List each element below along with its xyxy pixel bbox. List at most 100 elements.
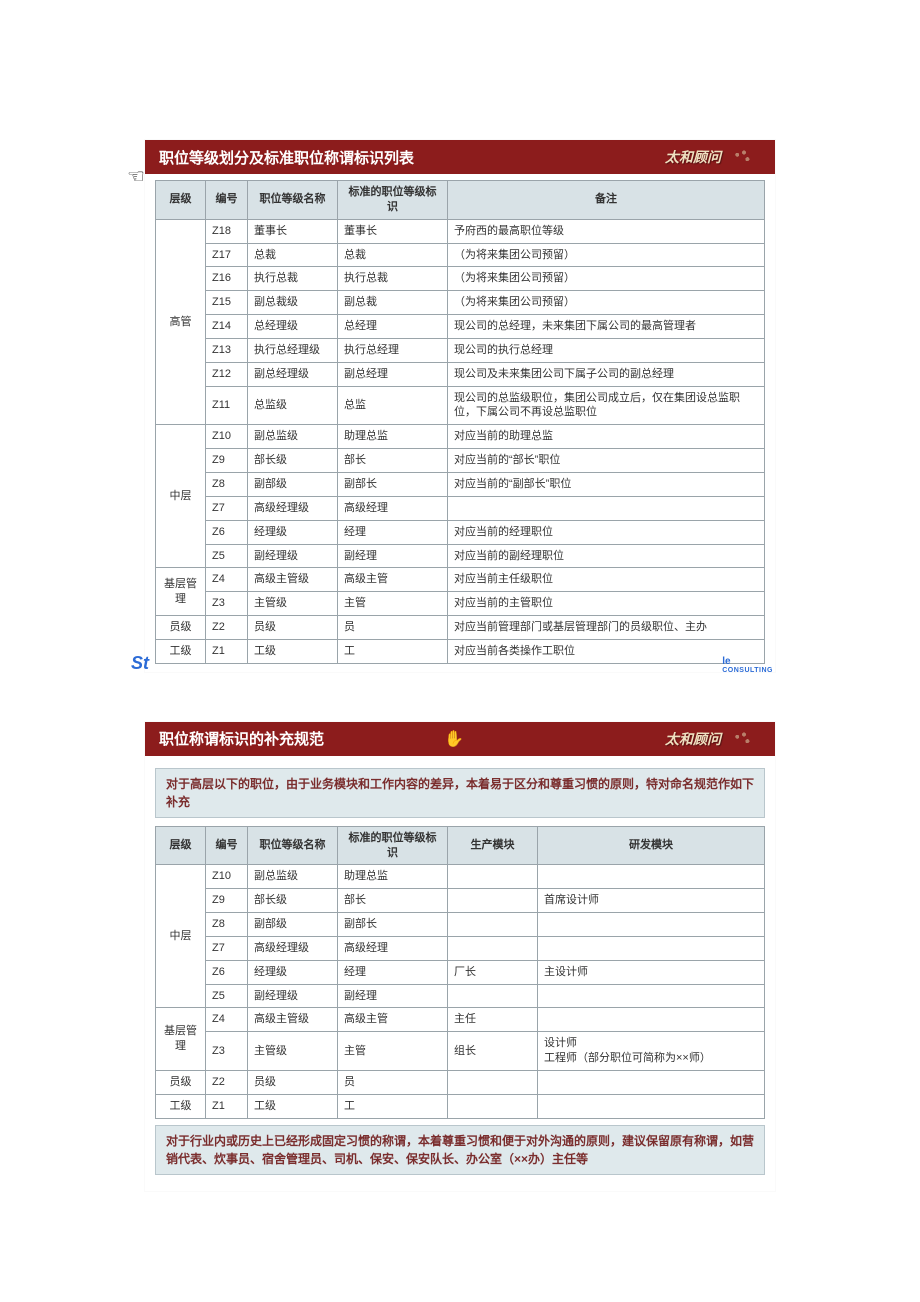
table-cell: 副总监级 [248, 865, 338, 889]
table-cell: Z7 [206, 496, 248, 520]
table-cell: 部长级 [248, 889, 338, 913]
table-cell: 副总监级 [248, 425, 338, 449]
table-row: Z12副总经理级副总经理现公司及未来集团公司下属子公司的副总经理 [156, 362, 765, 386]
table-cell: 高级主管级 [248, 568, 338, 592]
table-cell: Z8 [206, 913, 248, 937]
table-cell: 主管 [338, 592, 448, 616]
table-cell: 高级主管 [338, 568, 448, 592]
table-cell: 组长 [448, 1032, 538, 1071]
footer-left-mark: St [131, 653, 149, 674]
table-cell: 员 [338, 1071, 448, 1095]
table-row: Z15副总裁级副总裁（为将来集团公司预留） [156, 291, 765, 315]
table-cell: 高级主管 [338, 1008, 448, 1032]
table-row: Z11总监级总监现公司的总监级职位，集团公司成立后，仅在集团设总监职位，下属公司… [156, 386, 765, 425]
table-cell: Z4 [206, 1008, 248, 1032]
table-row: Z9部长级部长首席设计师 [156, 889, 765, 913]
table-cell [538, 865, 765, 889]
table-cell: 高级主管级 [248, 1008, 338, 1032]
table-cell: 予府西的最高职位等级 [448, 219, 765, 243]
table-cell: 副经理级 [248, 984, 338, 1008]
table-cell: 首席设计师 [538, 889, 765, 913]
table-cell: 副部长 [338, 913, 448, 937]
table-cell: 总监级 [248, 386, 338, 425]
table-cell: 副经理 [338, 544, 448, 568]
table-cell [448, 865, 538, 889]
table-cell [448, 1071, 538, 1095]
brand-label: 太和顾问 [665, 728, 761, 750]
slide-2-outro: 对于行业内或历史上已经形成固定习惯的称谓，本着尊重习惯和便于对外沟通的原则，建议… [155, 1125, 765, 1175]
table-cell [448, 984, 538, 1008]
table-cell: 经理 [338, 520, 448, 544]
table-cell: 高级经理 [338, 496, 448, 520]
table-cell: 副部级 [248, 913, 338, 937]
table-header: 研发模块 [538, 826, 765, 865]
table-cell: 高级经理 [338, 936, 448, 960]
table-cell: Z8 [206, 472, 248, 496]
table-header: 层级 [156, 181, 206, 220]
table-header: 层级 [156, 826, 206, 865]
table-cell: Z15 [206, 291, 248, 315]
table-row: 中层Z10副总监级助理总监对应当前的助理总监 [156, 425, 765, 449]
table-cell: 副总裁 [338, 291, 448, 315]
table-cell: 对应当前主任级职位 [448, 568, 765, 592]
slide-2-title-bar: 职位称谓标识的补充规范 ✋ 太和顾问 [145, 722, 775, 756]
table-cell: 设计师 工程师（部分职位可简称为××师） [538, 1032, 765, 1071]
table-cell: 总经理级 [248, 315, 338, 339]
table-cell: 工 [338, 639, 448, 663]
table-cell [538, 1094, 765, 1118]
table-cell: 现公司的总经理，未来集团下属公司的最高管理者 [448, 315, 765, 339]
table-cell [538, 1071, 765, 1095]
slide-1-title: 职位等级划分及标准职位称谓标识列表 [159, 147, 414, 168]
table-cell: （为将来集团公司预留） [448, 243, 765, 267]
table-cell: 主任 [448, 1008, 538, 1032]
table-cell: （为将来集团公司预留） [448, 291, 765, 315]
table-cell: 经理 [338, 960, 448, 984]
table-row: 基层管理Z4高级主管级高级主管对应当前主任级职位 [156, 568, 765, 592]
table-row: Z5副经理级副经理对应当前的副经理职位 [156, 544, 765, 568]
table-row: Z6经理级经理对应当前的经理职位 [156, 520, 765, 544]
table-cell [448, 496, 765, 520]
table-row: Z7高级经理级高级经理 [156, 496, 765, 520]
slide-2: 职位称谓标识的补充规范 ✋ 太和顾问 对于高层以下的职位，由于业务模块和工作内容… [145, 722, 775, 1191]
table-row: 基层管理Z4高级主管级高级主管主任 [156, 1008, 765, 1032]
table-header: 编号 [206, 826, 248, 865]
table-cell: 经理级 [248, 960, 338, 984]
table-header: 编号 [206, 181, 248, 220]
level-cell: 工级 [156, 1094, 206, 1118]
level-cell: 中层 [156, 425, 206, 568]
level-cell: 工级 [156, 639, 206, 663]
table-row: 工级Z1工级工 [156, 1094, 765, 1118]
table-cell: 主管级 [248, 592, 338, 616]
table-header: 生产模块 [448, 826, 538, 865]
table-row: Z6经理级经理厂长主设计师 [156, 960, 765, 984]
brand-label: 太和顾问 [665, 146, 761, 168]
table-cell: Z4 [206, 568, 248, 592]
supplement-table: 层级编号职位等级名称标准的职位等级标识生产模块研发模块中层Z10副总监级助理总监… [155, 826, 765, 1119]
hand-cursor-icon: ✋ [444, 729, 464, 749]
table-row: Z3主管级主管对应当前的主管职位 [156, 592, 765, 616]
table-cell: Z12 [206, 362, 248, 386]
table-cell: 副总经理级 [248, 362, 338, 386]
table-cell: 主管 [338, 1032, 448, 1071]
table-cell: 副总裁级 [248, 291, 338, 315]
table-cell [448, 936, 538, 960]
table-cell: 部长 [338, 449, 448, 473]
table-cell: 董事长 [248, 219, 338, 243]
table-cell: 部长级 [248, 449, 338, 473]
table-cell: Z13 [206, 338, 248, 362]
table-cell: 对应当前的副经理职位 [448, 544, 765, 568]
table-cell: Z7 [206, 936, 248, 960]
table-cell: 助理总监 [338, 865, 448, 889]
table-cell: 执行总裁 [248, 267, 338, 291]
table-header: 标准的职位等级标识 [338, 181, 448, 220]
table-row: Z3主管级主管组长设计师 工程师（部分职位可简称为××师） [156, 1032, 765, 1071]
table-row: 中层Z10副总监级助理总监 [156, 865, 765, 889]
table-header: 标准的职位等级标识 [338, 826, 448, 865]
table-row: Z16执行总裁执行总裁（为将来集团公司预留） [156, 267, 765, 291]
table-cell: Z18 [206, 219, 248, 243]
slide-2-title: 职位称谓标识的补充规范 [159, 728, 324, 749]
table-row: Z8副部级副部长 [156, 913, 765, 937]
table-cell: 对应当前各类操作工职位 [448, 639, 765, 663]
footer-right-mark: le CONSULTING [722, 656, 773, 674]
table-cell: 工级 [248, 639, 338, 663]
